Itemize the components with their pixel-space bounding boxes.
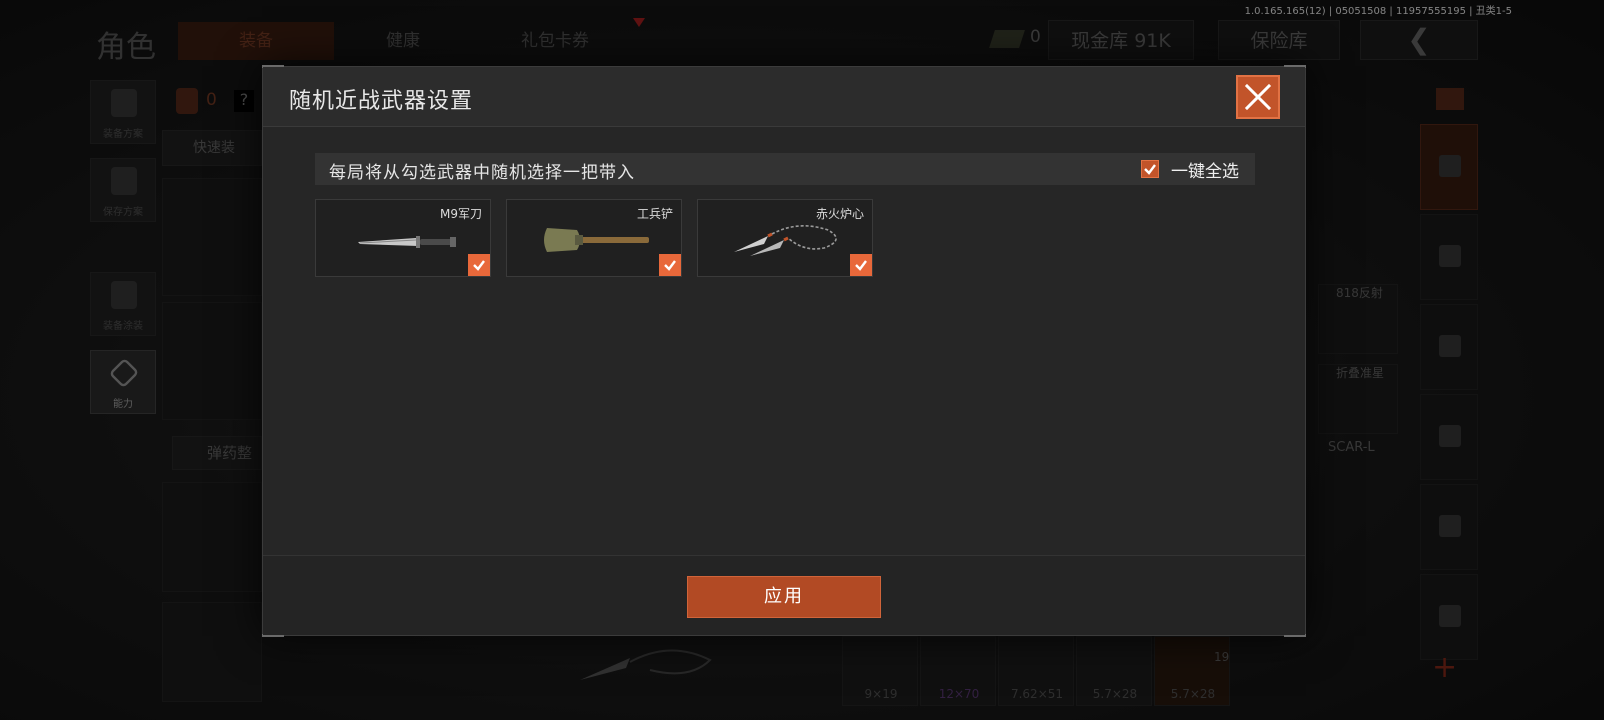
apply-button[interactable]: 应用 bbox=[687, 576, 881, 618]
weapon-card-m9-bayonet[interactable]: M9军刀 bbox=[315, 199, 491, 277]
select-all-toggle[interactable]: 一键全选 bbox=[1141, 158, 1239, 182]
close-button[interactable] bbox=[1236, 75, 1280, 119]
shovel-icon bbox=[544, 228, 649, 252]
checkmark-icon bbox=[664, 260, 676, 271]
info-text: 每局将从勾选武器中随机选择一把带入 bbox=[329, 163, 635, 183]
checkmark-icon bbox=[1144, 164, 1156, 175]
rope-dart-icon bbox=[734, 225, 837, 256]
info-bar: 每局将从勾选武器中随机选择一把带入 一键全选 bbox=[315, 153, 1255, 185]
weapon-card-red-fire-core[interactable]: 赤火炉心 bbox=[697, 199, 873, 277]
dialog-header: 随机近战武器设置 bbox=[263, 67, 1305, 127]
weapon-name: 赤火炉心 bbox=[815, 207, 864, 221]
bayonet-icon bbox=[358, 236, 456, 248]
weapon-checkbox[interactable] bbox=[468, 254, 490, 276]
close-icon bbox=[1244, 83, 1272, 111]
weapon-checkbox[interactable] bbox=[659, 254, 681, 276]
weapon-name: 工兵铲 bbox=[636, 207, 673, 221]
dialog-title: 随机近战武器设置 bbox=[289, 89, 474, 114]
select-all-checkbox[interactable] bbox=[1141, 160, 1159, 178]
weapon-name: M9军刀 bbox=[440, 207, 482, 221]
dialog-footer: 应用 bbox=[263, 555, 1305, 635]
select-all-label: 一键全选 bbox=[1171, 161, 1239, 182]
checkmark-icon bbox=[473, 260, 485, 271]
checkmark-icon bbox=[855, 260, 867, 271]
random-melee-settings-dialog: 随机近战武器设置 每局将从勾选武器中随机选择一把带入 一键全选 M9军刀 工兵铲… bbox=[262, 65, 1306, 637]
weapon-card-shovel[interactable]: 工兵铲 bbox=[506, 199, 682, 277]
weapon-checkbox[interactable] bbox=[850, 254, 872, 276]
